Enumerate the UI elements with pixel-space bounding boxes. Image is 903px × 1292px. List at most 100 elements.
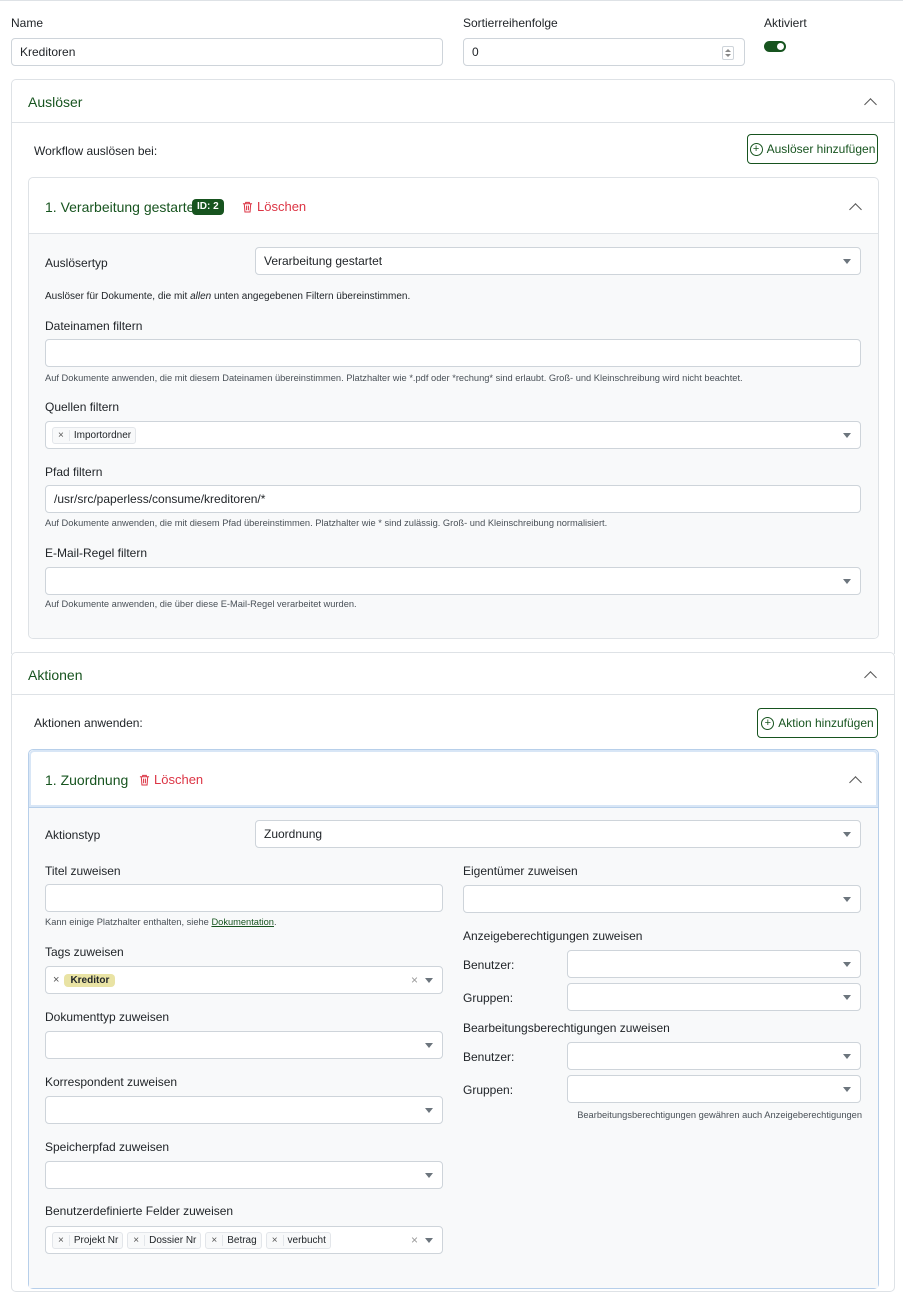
enabled-label: Aktiviert [764, 16, 807, 30]
remove-tag-icon[interactable]: × [53, 974, 59, 986]
add-action-button[interactable]: + Aktion hinzufügen [757, 708, 878, 738]
delete-action-label: Löschen [154, 772, 204, 787]
view-groups-label: Gruppen: [463, 991, 514, 1005]
filename-filter-label: Dateinamen filtern [45, 319, 143, 333]
assign-customfields-select[interactable]: × Projekt Nr × Dossier Nr × Betrag × verbuch… [45, 1226, 443, 1254]
trigger-type-value: Verarbeitung gestartet [264, 254, 383, 268]
chevron-down-icon [843, 962, 851, 967]
documentation-link[interactable]: Dokumentation [211, 917, 274, 927]
customfield-chip[interactable]: × Betrag [205, 1231, 262, 1249]
assign-correspondent-select[interactable] [45, 1096, 443, 1124]
assign-storagepath-select[interactable] [45, 1161, 443, 1189]
action-type-value: Zuordnung [264, 827, 323, 841]
path-filter-label: Pfad filtern [45, 465, 103, 479]
assign-title-help: Kann einige Platzhalter enthalten, siehe… [45, 917, 277, 927]
action-type-label: Aktionstyp [45, 828, 101, 842]
assign-owner-label: Eigentümer zuweisen [463, 864, 578, 878]
filename-filter-input[interactable] [45, 339, 861, 367]
edit-users-label: Benutzer: [463, 1050, 515, 1064]
assign-title-input[interactable] [45, 884, 443, 912]
enabled-toggle[interactable] [764, 41, 786, 52]
chevron-down-icon [843, 1054, 851, 1059]
customfield-chip[interactable]: × verbucht [265, 1231, 331, 1249]
sources-filter-label: Quellen filtern [45, 400, 120, 414]
sources-filter-select[interactable]: × Importordner [45, 421, 861, 449]
assign-customfields-label: Benutzerdefinierte Felder zuweisen [45, 1204, 234, 1218]
triggers-section: Auslöser Workflow auslösen bei: + Auslös… [11, 79, 895, 654]
chevron-down-icon [843, 259, 851, 264]
delete-trigger-label: Löschen [257, 199, 307, 214]
remove-chip-icon[interactable]: × [53, 1234, 70, 1246]
mailrule-filter-label: E-Mail-Regel filtern [45, 546, 148, 560]
edit-groups-select[interactable] [567, 1075, 861, 1103]
actions-header[interactable]: Aktionen [12, 653, 894, 695]
customfield-chip[interactable]: × Dossier Nr [127, 1231, 202, 1249]
chevron-down-icon [843, 579, 851, 584]
chevron-up-icon[interactable] [849, 203, 862, 216]
chevron-down-icon [843, 897, 851, 902]
number-spinner-icon[interactable] [722, 46, 734, 60]
edit-groups-label: Gruppen: [463, 1083, 514, 1097]
remove-chip-icon[interactable]: × [53, 429, 70, 441]
plus-circle-icon: + [761, 716, 775, 730]
action-card-header[interactable]: 1. Zuordnung Löschen [29, 750, 878, 808]
trigger-type-select[interactable]: Verarbeitung gestartet [255, 247, 861, 275]
trigger-card-header[interactable]: 1. Verarbeitung gestartet ID: 2 Löschen [29, 178, 878, 234]
view-groups-select[interactable] [567, 983, 861, 1011]
remove-chip-icon[interactable]: × [267, 1234, 284, 1246]
chevron-down-icon [425, 1108, 433, 1113]
trash-icon [139, 774, 150, 786]
edit-permissions-label: Bearbeitungsberechtigungen zuweisen [463, 1021, 670, 1035]
assign-doctype-label: Dokumenttyp zuweisen [45, 1010, 170, 1024]
assign-owner-select[interactable] [463, 885, 861, 913]
view-users-select[interactable] [567, 950, 861, 978]
delete-action-button[interactable]: Löschen [139, 772, 203, 787]
path-filter-value: /usr/src/paperless/consume/kreditoren/* [54, 492, 266, 506]
customfield-chip[interactable]: × Projekt Nr [52, 1231, 124, 1249]
chevron-down-icon [843, 995, 851, 1000]
trigger-hint: Auslöser für Dokumente, die mit allen un… [45, 291, 411, 302]
triggers-intro: Workflow auslösen bei: [34, 144, 158, 158]
action-type-select[interactable]: Zuordnung [255, 820, 861, 848]
add-action-label: Aktion hinzufügen [778, 716, 874, 730]
name-input[interactable]: Kreditoren [11, 38, 443, 66]
sort-order-label: Sortierreihenfolge [463, 16, 558, 30]
assign-correspondent-label: Korrespondent zuweisen [45, 1075, 178, 1089]
view-permissions-label: Anzeigeberechtigungen zuweisen [463, 929, 643, 943]
sort-order-input[interactable]: 0 [463, 38, 745, 66]
actions-section: Aktionen Aktionen anwenden: + Aktion hin… [11, 652, 895, 1292]
chevron-down-icon [843, 1087, 851, 1092]
path-filter-help: Auf Dokumente anwenden, die mit diesem P… [45, 518, 608, 528]
actions-title: Aktionen [28, 667, 83, 683]
chevron-down-icon [425, 1173, 433, 1178]
path-filter-input[interactable]: /usr/src/paperless/consume/kreditoren/* [45, 485, 861, 513]
mailrule-filter-help: Auf Dokumente anwenden, die über diese E… [45, 599, 357, 609]
trigger-id-badge: ID: 2 [192, 199, 224, 215]
delete-trigger-button[interactable]: Löschen [242, 199, 306, 214]
filename-filter-help: Auf Dokumente anwenden, die mit diesem D… [45, 373, 743, 383]
add-trigger-button[interactable]: + Auslöser hinzufügen [747, 134, 878, 164]
trash-icon [242, 201, 253, 213]
assign-doctype-select[interactable] [45, 1031, 443, 1059]
remove-chip-icon[interactable]: × [128, 1234, 146, 1246]
edit-users-select[interactable] [567, 1042, 861, 1070]
chevron-up-icon[interactable] [864, 98, 877, 111]
mailrule-filter-select[interactable] [45, 567, 861, 595]
chevron-up-icon[interactable] [849, 776, 862, 789]
clear-icon[interactable]: × [411, 1233, 418, 1247]
chevron-down-icon [425, 1238, 433, 1243]
triggers-header[interactable]: Auslöser [12, 80, 894, 123]
plus-circle-icon: + [749, 142, 763, 156]
edit-permissions-help: Bearbeitungsberechtigungen gewähren auch… [577, 1110, 862, 1120]
remove-chip-icon[interactable]: × [206, 1234, 224, 1246]
source-chip[interactable]: × Importordner [52, 426, 137, 444]
chevron-up-icon[interactable] [864, 671, 877, 684]
assign-tags-select[interactable]: × Kreditor × [45, 966, 443, 994]
tag-badge: Kreditor [64, 973, 116, 987]
chevron-down-icon [425, 978, 433, 983]
sort-order-value: 0 [472, 45, 479, 59]
name-label: Name [11, 16, 44, 30]
add-trigger-label: Auslöser hinzufügen [766, 142, 876, 156]
clear-icon[interactable]: × [411, 973, 418, 987]
top-divider [0, 0, 903, 1]
